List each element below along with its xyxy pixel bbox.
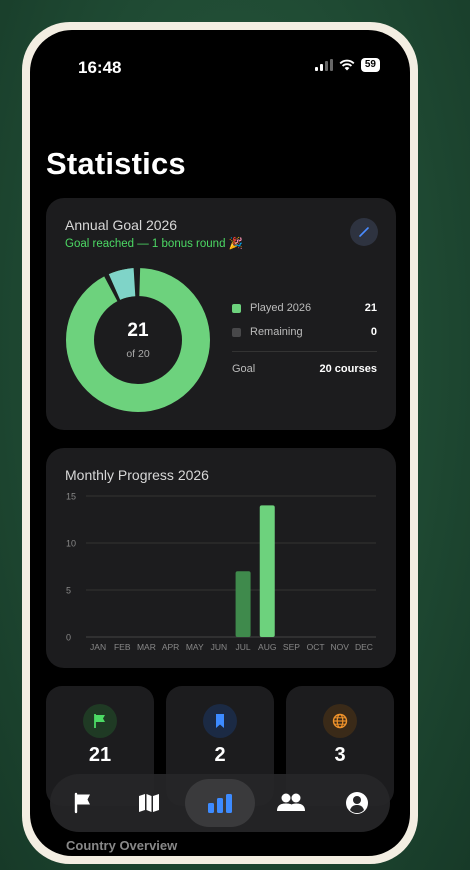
bar-jul[interactable] — [235, 571, 251, 637]
goal-status: Goal reached — 1 bonus round 🎉 — [65, 238, 243, 250]
y-tick-label: 5 — [66, 586, 71, 596]
status-time: 16:48 — [78, 58, 122, 77]
legend-label-remaining: Remaining — [250, 326, 303, 338]
legend-label-played: Played 2026 — [250, 302, 312, 314]
goal-value: 20 courses — [319, 363, 377, 375]
legend-played: Played 2026 21 — [232, 302, 377, 314]
x-tick-label: DEC — [355, 642, 373, 652]
y-tick-label: 15 — [66, 492, 76, 502]
stat-icon-bg — [83, 704, 117, 738]
status-icons: 59 — [314, 58, 380, 72]
legend-remaining: Remaining 0 — [232, 326, 377, 338]
pencil-icon — [359, 227, 369, 237]
x-tick-label: OCT — [307, 642, 325, 652]
tab-bar — [50, 774, 390, 832]
legend-swatch-remaining — [232, 327, 241, 337]
goal-ring-bonus — [108, 268, 136, 301]
statistics-icon — [208, 794, 232, 813]
y-tick-label: 10 — [66, 539, 76, 549]
divider — [232, 351, 377, 352]
goal-title: Annual Goal 2026 — [65, 217, 178, 233]
bookmarked-value: 2 — [214, 744, 226, 766]
x-tick-label: APR — [162, 642, 179, 652]
map-icon — [139, 794, 159, 812]
x-tick-label: MAR — [137, 642, 156, 652]
friends-icon — [277, 793, 305, 811]
x-tick-label: JAN — [90, 642, 106, 652]
country-overview-title: Country Overview — [66, 838, 178, 853]
tab-map[interactable] — [119, 779, 179, 827]
legend-swatch-played — [232, 303, 241, 313]
goal-played-count: 21 — [127, 320, 149, 341]
globe-icon — [332, 713, 348, 729]
edit-goal-button[interactable] — [350, 218, 378, 246]
x-tick-label: NOV — [331, 642, 350, 652]
flag-icon — [94, 714, 105, 728]
x-tick-label: JUL — [236, 642, 251, 652]
tab-profile[interactable] — [327, 779, 387, 827]
countries-value: 3 — [334, 744, 346, 766]
wifi-icon — [339, 59, 355, 71]
tab-friends[interactable] — [261, 779, 321, 827]
monthly-progress-card: Monthly Progress 2026 0 5 10 15 JAN FEB MAR APR… — [46, 448, 396, 668]
stat-icon-bg — [203, 704, 237, 738]
tab-courses[interactable] — [53, 779, 113, 827]
page-title: Statistics — [46, 146, 186, 181]
courses-played-value: 21 — [88, 744, 112, 766]
x-tick-label: SEP — [283, 642, 300, 652]
goal-summary: Goal 20 courses — [232, 363, 377, 375]
bookmark-icon — [216, 714, 224, 728]
profile-icon — [346, 792, 368, 814]
y-tick-label: 0 — [66, 633, 71, 643]
app-screen: 16:48 59 Statistics Annual Goal 2026 Goa… — [30, 30, 410, 856]
bar-aug[interactable] — [259, 505, 275, 637]
battery-indicator: 59 — [360, 58, 380, 72]
phone-frame: 16:48 59 Statistics Annual Goal 2026 Goa… — [22, 22, 418, 864]
cellular-signal-icon — [314, 59, 333, 71]
x-tick-label: FEB — [114, 642, 131, 652]
annual-goal-card: Annual Goal 2026 Goal reached — 1 bonus … — [46, 198, 396, 430]
legend-value-played: 21 — [364, 302, 377, 314]
stat-icon-bg — [323, 704, 357, 738]
goal-label: Goal — [232, 363, 256, 375]
legend-value-remaining: 0 — [370, 326, 377, 338]
x-tick-label: MAY — [186, 642, 204, 652]
goal-target-label: of 20 — [126, 348, 150, 360]
x-tick-label: AUG — [258, 642, 276, 652]
x-tick-label: JUN — [211, 642, 228, 652]
monthly-bar-chart: 0 5 10 15 JAN FEB MAR APR MAY JUN JUL AUG SEP OCT NOV D… — [66, 492, 376, 652]
tab-statistics[interactable] — [185, 779, 255, 827]
flag-icon — [74, 792, 90, 814]
